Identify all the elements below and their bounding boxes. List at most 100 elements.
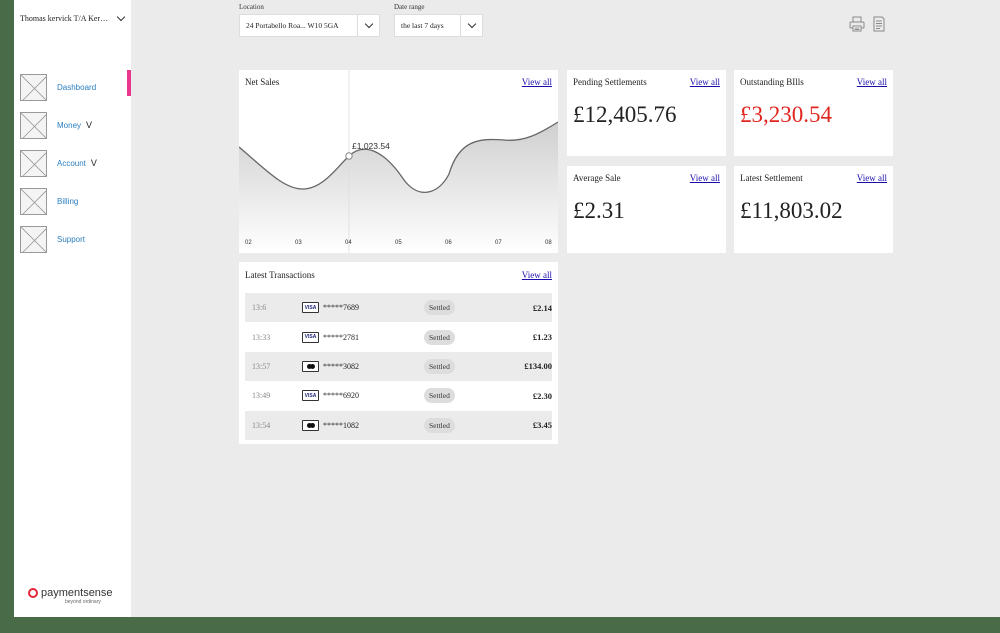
document-icon[interactable] (871, 16, 887, 32)
tx-amount: £1.23 (532, 332, 552, 343)
x-tick-label: 03 (295, 240, 302, 246)
visa-icon: VISA (302, 302, 319, 314)
card-number: *****7689 (323, 303, 359, 313)
sidebar-item-money[interactable]: Money V (20, 106, 131, 144)
table-row[interactable]: 13:6 VISA *****7689 Settled £2.14 (245, 293, 552, 323)
tx-time: 13:49 (252, 391, 271, 401)
sidebar-item-account[interactable]: Account V (20, 144, 131, 182)
date-range-select[interactable]: the last 7 days (394, 14, 483, 37)
sidebar-item-billing[interactable]: Billing (20, 182, 131, 220)
expand-icon[interactable]: V (86, 120, 92, 130)
sidebar-item-dashboard[interactable]: Dashboard (20, 68, 131, 106)
location-label: Location (239, 3, 264, 11)
card-title: Pending Settlements (573, 77, 647, 87)
tx-amount: £134.00 (524, 361, 552, 372)
sidebar-item-label: Account (57, 158, 86, 168)
net-sales-title: Net Sales (245, 77, 280, 87)
account-name: Thomas kervick T/A Kervi... (20, 14, 112, 23)
tx-time: 13:54 (252, 420, 271, 430)
print-icon[interactable] (849, 16, 865, 32)
sidebar-item-support[interactable]: Support (20, 220, 131, 258)
transactions-list: 13:6 VISA *****7689 Settled £2.14 13:33 V… (245, 293, 552, 440)
outstanding-bills-value: £3,230.54 (740, 102, 832, 127)
location-value: 24 Portabello Roa... W10 5GA (246, 21, 339, 30)
account-icon (20, 149, 47, 177)
chevron-down-icon[interactable] (460, 15, 482, 36)
status-badge: Settled (424, 300, 455, 316)
outstanding-bills-card: Outstanding BIlls View all £3,230.54 (734, 70, 893, 156)
paymentsense-logo-icon (28, 588, 38, 598)
visa-icon: VISA (302, 390, 319, 402)
tx-time: 13:57 (252, 361, 271, 371)
highlight-point (345, 152, 353, 160)
table-row[interactable]: 13:54 *****1082 Settled £3.45 (245, 410, 552, 440)
status-badge: Settled (424, 358, 455, 374)
view-all-link[interactable]: View all (690, 77, 720, 87)
brand-name: paymentsense (41, 587, 113, 599)
view-all-link[interactable]: View all (522, 270, 552, 280)
date-range-value: the last 7 days (401, 21, 444, 30)
x-tick-label: 02 (245, 240, 252, 246)
card-number: *****2781 (323, 332, 359, 342)
visa-credit-icon: VISA (302, 331, 319, 343)
sidebar-nav: Dashboard Money V Account V Billing Supp… (20, 68, 131, 258)
status-badge: Settled (424, 329, 455, 345)
table-row[interactable]: 13:49 VISA *****6920 Settled £2.30 (245, 381, 552, 410)
chevron-down-icon (116, 12, 126, 22)
pending-settlements-card: Pending Settlements View all £12,405.76 (567, 70, 726, 156)
card-number: *****3082 (323, 361, 359, 371)
latest-settlement-value: £11,803.02 (740, 198, 843, 223)
card-title: Average Sale (573, 173, 621, 183)
card-title: Outstanding BIlls (740, 77, 804, 87)
sales-area (239, 122, 558, 253)
x-tick-label: 05 (395, 240, 402, 246)
chevron-down-icon[interactable] (357, 15, 379, 36)
brand-tagline: beyond ordinary (65, 599, 101, 605)
money-icon (20, 111, 47, 139)
pending-settlements-value: £12,405.76 (573, 102, 677, 127)
expand-icon[interactable]: V (91, 158, 97, 168)
support-icon (20, 225, 47, 253)
app-window: Thomas kervick T/A Kervi... Dashboard Mo… (14, 0, 1000, 617)
tx-amount: £2.14 (532, 302, 552, 313)
tx-amount: £3.45 (532, 420, 552, 431)
sidebar-item-label: Dashboard (57, 82, 97, 92)
location-select[interactable]: 24 Portabello Roa... W10 5GA (239, 14, 380, 37)
x-tick-label: 08 (545, 240, 552, 246)
x-tick-label: 06 (445, 240, 452, 246)
status-badge: Settled (424, 417, 455, 433)
sidebar-item-label: Support (57, 234, 86, 244)
table-row[interactable]: 13:57 *****3082 Settled £134.00 (245, 351, 552, 382)
average-sale-value: £2.31 (573, 198, 625, 223)
date-range-label: Date range (394, 3, 425, 11)
account-switcher[interactable]: Thomas kervick T/A Kervi... (20, 12, 128, 23)
tx-amount: £2.30 (532, 390, 552, 401)
card-title: Latest Settlement (740, 173, 803, 183)
view-all-link[interactable]: View all (690, 173, 720, 183)
latest-transactions-card: Latest Transactions View all 13:6 VISA **… (239, 262, 558, 444)
x-tick-label: 04 (345, 240, 352, 246)
dashboard-icon (20, 73, 47, 101)
tx-time: 13:33 (252, 332, 271, 342)
mastercard-credit-icon (302, 419, 319, 431)
sidebar-item-label: Billing (57, 196, 79, 206)
view-all-link[interactable]: View all (522, 77, 552, 87)
card-title: Latest Transactions (245, 270, 315, 280)
mastercard-icon (302, 360, 319, 372)
sidebar-item-label: Money (57, 120, 82, 130)
status-badge: Settled (424, 388, 455, 404)
view-all-link[interactable]: View all (857, 173, 887, 183)
average-sale-card: Average Sale View all £2.31 (567, 166, 726, 253)
x-tick-label: 07 (495, 240, 502, 246)
tx-time: 13:6 (252, 303, 267, 313)
net-sales-card: £1,023.54 02 03 04 05 06 07 08 Net Sales… (239, 70, 558, 253)
billing-icon (20, 187, 47, 215)
latest-settlement-card: Latest Settlement View all £11,803.02 (734, 166, 893, 253)
card-number: *****6920 (323, 391, 359, 401)
table-row[interactable]: 13:33 VISA *****2781 Settled £1.23 (245, 322, 552, 351)
view-all-link[interactable]: View all (857, 77, 887, 87)
sidebar: Thomas kervick T/A Kervi... Dashboard Mo… (14, 0, 131, 617)
net-sales-chart: £1,023.54 02 03 04 05 06 07 08 (239, 70, 558, 253)
card-number: *****1082 (323, 420, 359, 430)
brand-logo: paymentsense beyond ordinary (28, 587, 113, 605)
